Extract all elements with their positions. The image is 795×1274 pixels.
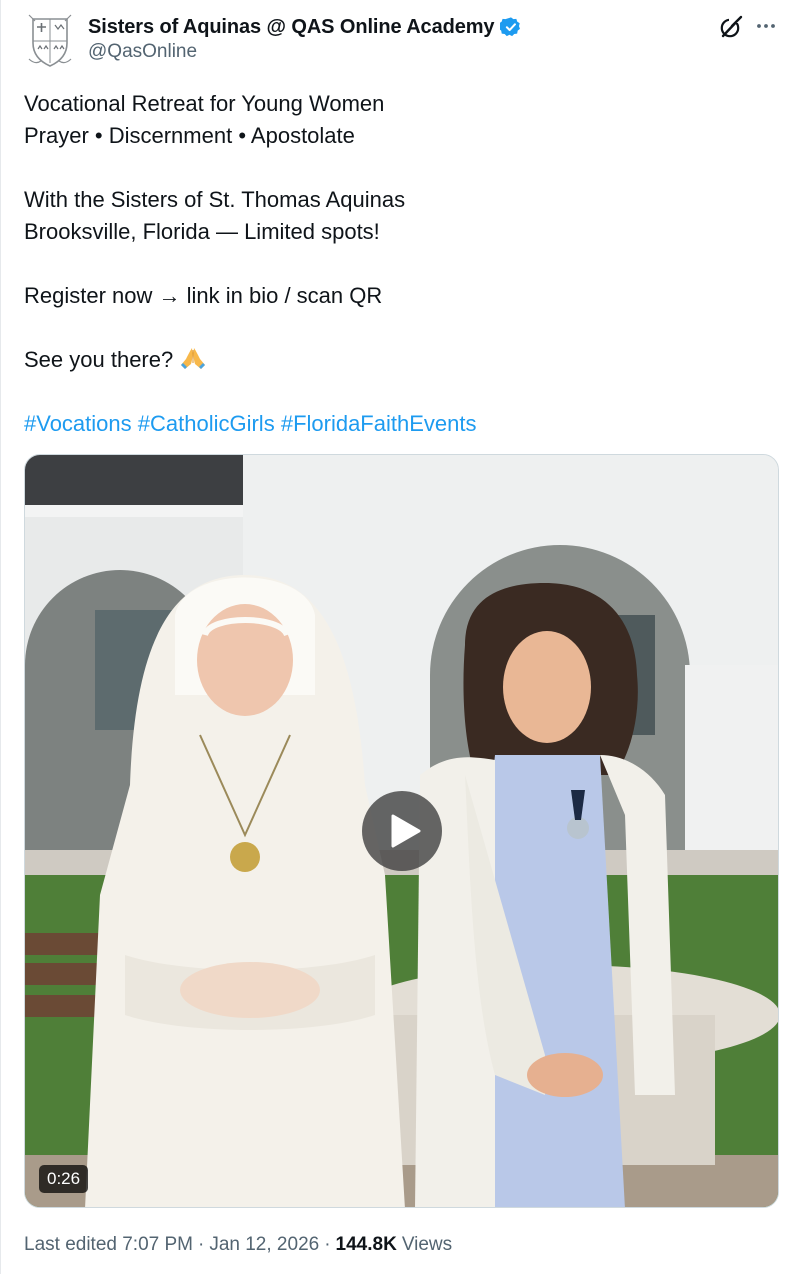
avatar[interactable] <box>25 13 75 69</box>
post-text-line: With the Sisters of St. Thomas Aquinas <box>24 187 406 212</box>
hashtag-link[interactable]: #Vocations <box>24 411 132 436</box>
post-text: Vocational Retreat for Young Women Praye… <box>24 88 764 440</box>
more-options-button[interactable] <box>754 14 778 38</box>
verified-badge-icon <box>500 17 521 37</box>
meta-separator: · <box>324 1234 331 1255</box>
play-button[interactable] <box>362 791 442 871</box>
more-icon <box>757 24 775 28</box>
grok-icon <box>720 15 744 38</box>
folded-hands-emoji-icon <box>181 348 206 369</box>
post-text-blank <box>24 152 764 184</box>
post-text-blank <box>24 376 764 408</box>
post-text-line-with-emoji: See you there? <box>24 344 764 376</box>
author-handle[interactable]: @QasOnline <box>88 41 197 63</box>
post-meta: Last edited 7:07 PM · Jan 12, 2026 · 144… <box>24 1231 452 1259</box>
views-count: 144.8K <box>335 1234 397 1255</box>
crest-icon <box>25 13 75 69</box>
hashtag-link[interactable]: #FloridaFaithEvents <box>281 411 477 436</box>
post-text-blank <box>24 312 764 344</box>
last-edited-link[interactable]: Last edited 7:07 PM <box>24 1234 193 1256</box>
post-text-line: Brooksville, Florida — Limited spots! <box>24 219 380 244</box>
video-player[interactable]: 0:26 <box>24 454 779 1208</box>
grok-button[interactable] <box>718 14 744 40</box>
post-text-line: Prayer • Discernment • Apostolate <box>24 123 355 148</box>
meta-separator: · <box>198 1234 205 1255</box>
author-display-name[interactable]: Sisters of Aquinas @ QAS Online Academy <box>88 16 495 39</box>
video-duration-badge: 0:26 <box>39 1165 89 1193</box>
post-text-blank <box>24 248 764 280</box>
hashtag-row: #Vocations #CatholicGirls #FloridaFaithE… <box>24 408 764 440</box>
post-card: Sisters of Aquinas @ QAS Online Academy … <box>0 0 795 1274</box>
post-date[interactable]: Jan 12, 2026 <box>209 1234 319 1256</box>
post-text-line: Vocational Retreat for Young Women <box>24 91 385 116</box>
post-text-line: Register now → link in bio / scan QR <box>24 283 383 308</box>
views-label: Views <box>401 1234 453 1255</box>
author-name-row[interactable]: Sisters of Aquinas @ QAS Online Academy <box>88 14 522 40</box>
play-icon <box>391 814 421 848</box>
post-text-line: See you there? <box>24 347 180 372</box>
hashtag-link[interactable]: #CatholicGirls <box>138 411 275 436</box>
